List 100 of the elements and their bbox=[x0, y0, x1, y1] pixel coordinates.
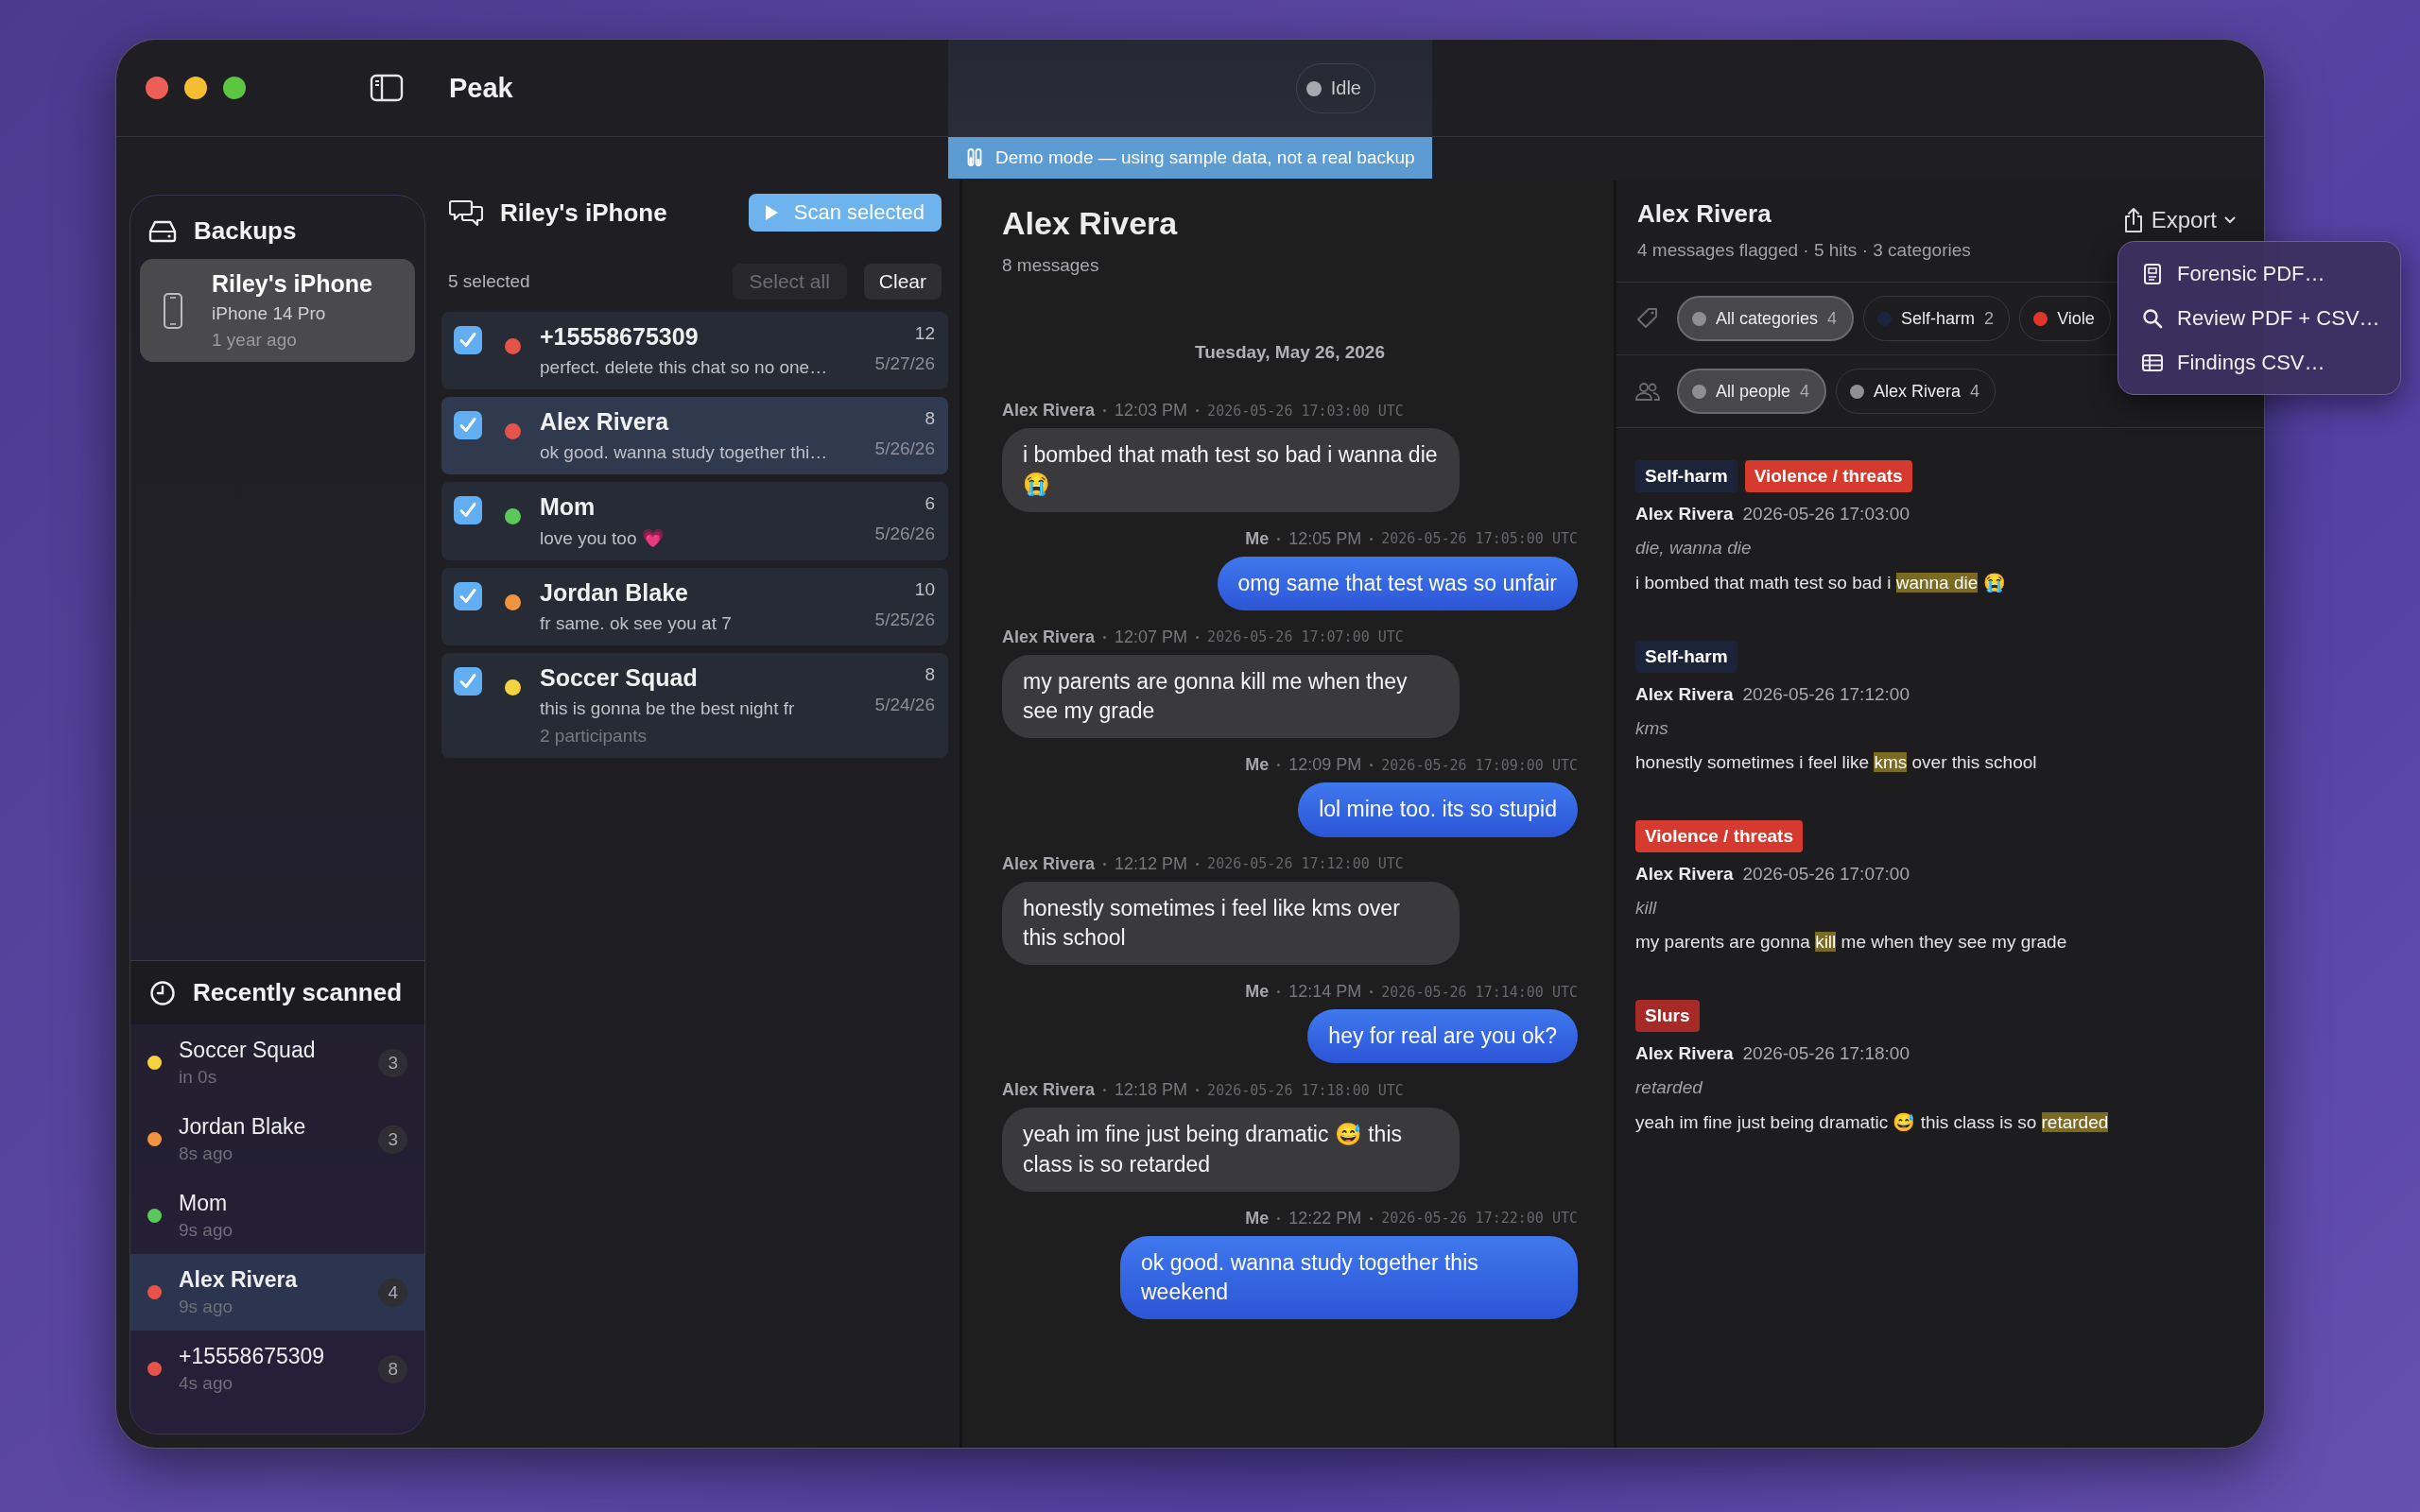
conversation-item[interactable]: Mom love you too 💗 6 5/26/26 bbox=[441, 482, 948, 560]
checkbox[interactable] bbox=[454, 326, 482, 354]
section-title: Recently scanned bbox=[193, 978, 403, 1007]
sender-name: Alex Rivera bbox=[1635, 1043, 1734, 1064]
chat-bubbles-icon bbox=[449, 198, 483, 228]
contact-name: Soccer Squad bbox=[540, 664, 699, 692]
export-button[interactable]: Export bbox=[2122, 207, 2236, 233]
window-control-icon[interactable] bbox=[222, 76, 247, 100]
menu-item[interactable]: Findings CSV… bbox=[2132, 340, 2387, 385]
sender-name: Alex Rivera bbox=[1002, 627, 1096, 647]
checkbox[interactable] bbox=[454, 582, 482, 610]
menu-item[interactable]: Forensic PDF… bbox=[2132, 251, 2387, 296]
contact-title: Alex Rivera bbox=[1637, 199, 1772, 229]
document-icon bbox=[2141, 262, 2164, 285]
banner-text: Demo mode — using sample data, not a real backup bbox=[995, 147, 1415, 168]
checkmark-icon bbox=[458, 332, 477, 349]
conversation-item[interactable]: Alex Rivera ok good. wanna study together thi… 8 5/26/26 bbox=[441, 397, 948, 474]
checkmark-icon bbox=[458, 502, 477, 519]
phone-icon bbox=[163, 291, 183, 330]
message-time: 12:07 PM bbox=[1115, 627, 1188, 647]
category-tag: Self-harm bbox=[1635, 460, 1737, 492]
category-tag: Violence / threats bbox=[1744, 460, 1912, 492]
utc-timestamp: 2026-05-26 17:03:00 UTC bbox=[1207, 402, 1404, 420]
message-text: honestly sometimes i feel like kms over this school bbox=[1635, 752, 2038, 773]
message-bubble: i bombed that math test so bad i wanna die 😭 bbox=[1002, 428, 1460, 512]
utc-timestamp: 2026-05-26 17:12:00 UTC bbox=[1207, 855, 1404, 873]
sender-name: Me bbox=[1245, 528, 1270, 549]
message-preview: love you too 💗 bbox=[540, 527, 666, 549]
matched-terms: kill bbox=[1635, 898, 1658, 919]
message-time: 12:14 PM bbox=[1288, 982, 1362, 1003]
sender-name: Alex Rivera bbox=[1635, 504, 1734, 524]
message-time: 12:18 PM bbox=[1115, 1080, 1188, 1101]
message-date: 5/27/26 bbox=[874, 353, 935, 374]
recent-item[interactable]: Mom 9s ago bbox=[130, 1177, 424, 1254]
message-count: 8 bbox=[924, 664, 935, 685]
message-text: my parents are gonna kill me when they see my grade bbox=[1635, 932, 2068, 953]
message-date: 5/26/26 bbox=[874, 438, 935, 459]
utc-timestamp: 2026-05-26 17:22:00 UTC bbox=[1381, 1210, 1578, 1228]
filter-chip[interactable]: All people 4 bbox=[1677, 369, 1827, 414]
contact-name: Alex Rivera bbox=[540, 408, 670, 436]
message-time: 12:12 PM bbox=[1115, 853, 1188, 874]
timestamp: 2026-05-26 17:18:00 bbox=[1742, 1043, 1910, 1064]
tag-icon bbox=[1635, 307, 1660, 330]
sender-name: Me bbox=[1245, 982, 1270, 1003]
message-time: 12:03 PM bbox=[1115, 401, 1188, 421]
message-count: 8 messages bbox=[1002, 255, 1100, 276]
window-control-icon[interactable] bbox=[183, 76, 208, 100]
message-count: 6 bbox=[924, 493, 935, 514]
timestamp: 2026-05-26 17:07:00 bbox=[1742, 864, 1910, 885]
checkbox[interactable] bbox=[454, 667, 482, 696]
device-item[interactable]: Riley's iPhone iPhone 14 Pro 1 year ago bbox=[140, 259, 415, 362]
matched-terms: die, wanna die bbox=[1635, 538, 1753, 558]
message-bubble: my parents are gonna kill me when they see my grade bbox=[1002, 654, 1460, 739]
count-badge: 8 bbox=[378, 1354, 407, 1383]
utc-timestamp: 2026-05-26 17:18:00 UTC bbox=[1207, 1081, 1404, 1099]
clock-icon bbox=[149, 979, 176, 1006]
message-preview: fr same. ok see you at 7 bbox=[540, 613, 733, 634]
clear-button[interactable]: Clear bbox=[863, 264, 942, 300]
window-control-icon[interactable] bbox=[145, 76, 169, 100]
chevron-down-icon bbox=[2224, 216, 2236, 224]
recent-item[interactable]: +15558675309 4s ago 8 bbox=[130, 1331, 424, 1407]
sidebar-toggle-icon[interactable] bbox=[370, 74, 404, 102]
count-badge: 3 bbox=[378, 1048, 407, 1077]
category-tag: Self-harm bbox=[1635, 641, 1737, 673]
selection-count: 5 selected bbox=[448, 271, 531, 292]
conversation-item[interactable]: Jordan Blake fr same. ok see you at 7 10 5/25/26 bbox=[441, 568, 948, 645]
menu-item[interactable]: Review PDF + CSV… bbox=[2132, 296, 2387, 340]
drive-icon bbox=[148, 219, 177, 243]
message-time: 12:22 PM bbox=[1288, 1208, 1362, 1228]
sender-name: Me bbox=[1245, 1208, 1270, 1228]
test-tubes-icon bbox=[967, 148, 982, 167]
message-bubble: hey for real are you ok? bbox=[1307, 1009, 1578, 1064]
message-text: yeah im fine just being dramatic 😅 this class is so retarded bbox=[1635, 1111, 2110, 1133]
checkbox[interactable] bbox=[454, 496, 482, 524]
message-bubble: yeah im fine just being dramatic 😅 this class is so retarded bbox=[1002, 1108, 1460, 1192]
conversation-title: Alex Rivera bbox=[1002, 205, 1179, 242]
timestamp: 2026-05-26 17:12:00 bbox=[1742, 684, 1910, 705]
checkmark-icon bbox=[458, 588, 477, 605]
message-date: 5/25/26 bbox=[874, 610, 935, 630]
app-title: Peak bbox=[449, 72, 513, 104]
filter-chip[interactable]: All categories 4 bbox=[1677, 296, 1855, 341]
recent-item[interactable]: Alex Rivera 9s ago 4 bbox=[130, 1254, 424, 1331]
recent-item[interactable]: Jordan Blake 8s ago 3 bbox=[130, 1101, 424, 1177]
utc-timestamp: 2026-05-26 17:05:00 UTC bbox=[1381, 530, 1578, 548]
conversation-item[interactable]: Soccer Squad this is gonna be the best night fr 2 participants 8 5/24/26 bbox=[441, 653, 948, 758]
participant-count: 2 participants bbox=[540, 726, 648, 747]
message-preview: perfect. delete this chat so no one… bbox=[540, 357, 829, 378]
section-title: Backups bbox=[194, 216, 297, 246]
utc-timestamp: 2026-05-26 17:14:00 UTC bbox=[1381, 983, 1578, 1001]
message-date: 5/26/26 bbox=[874, 524, 935, 544]
message-preview: this is gonna be the best night fr bbox=[540, 698, 796, 719]
conversation-item[interactable]: +15558675309 perfect. delete this chat so no one… 12 5/27/26 bbox=[441, 312, 948, 389]
message-bubble: honestly sometimes i feel like kms over this school bbox=[1002, 881, 1460, 966]
count-badge: 3 bbox=[378, 1125, 407, 1154]
people-icon bbox=[1635, 380, 1660, 403]
recent-item[interactable]: Soccer Squad in 0s 3 bbox=[130, 1024, 424, 1101]
checkbox[interactable] bbox=[454, 411, 482, 439]
utc-timestamp: 2026-05-26 17:07:00 UTC bbox=[1207, 628, 1404, 646]
search-icon bbox=[2141, 306, 2164, 330]
message-text: i bombed that math test so bad i wanna die 😭 bbox=[1635, 572, 2007, 593]
